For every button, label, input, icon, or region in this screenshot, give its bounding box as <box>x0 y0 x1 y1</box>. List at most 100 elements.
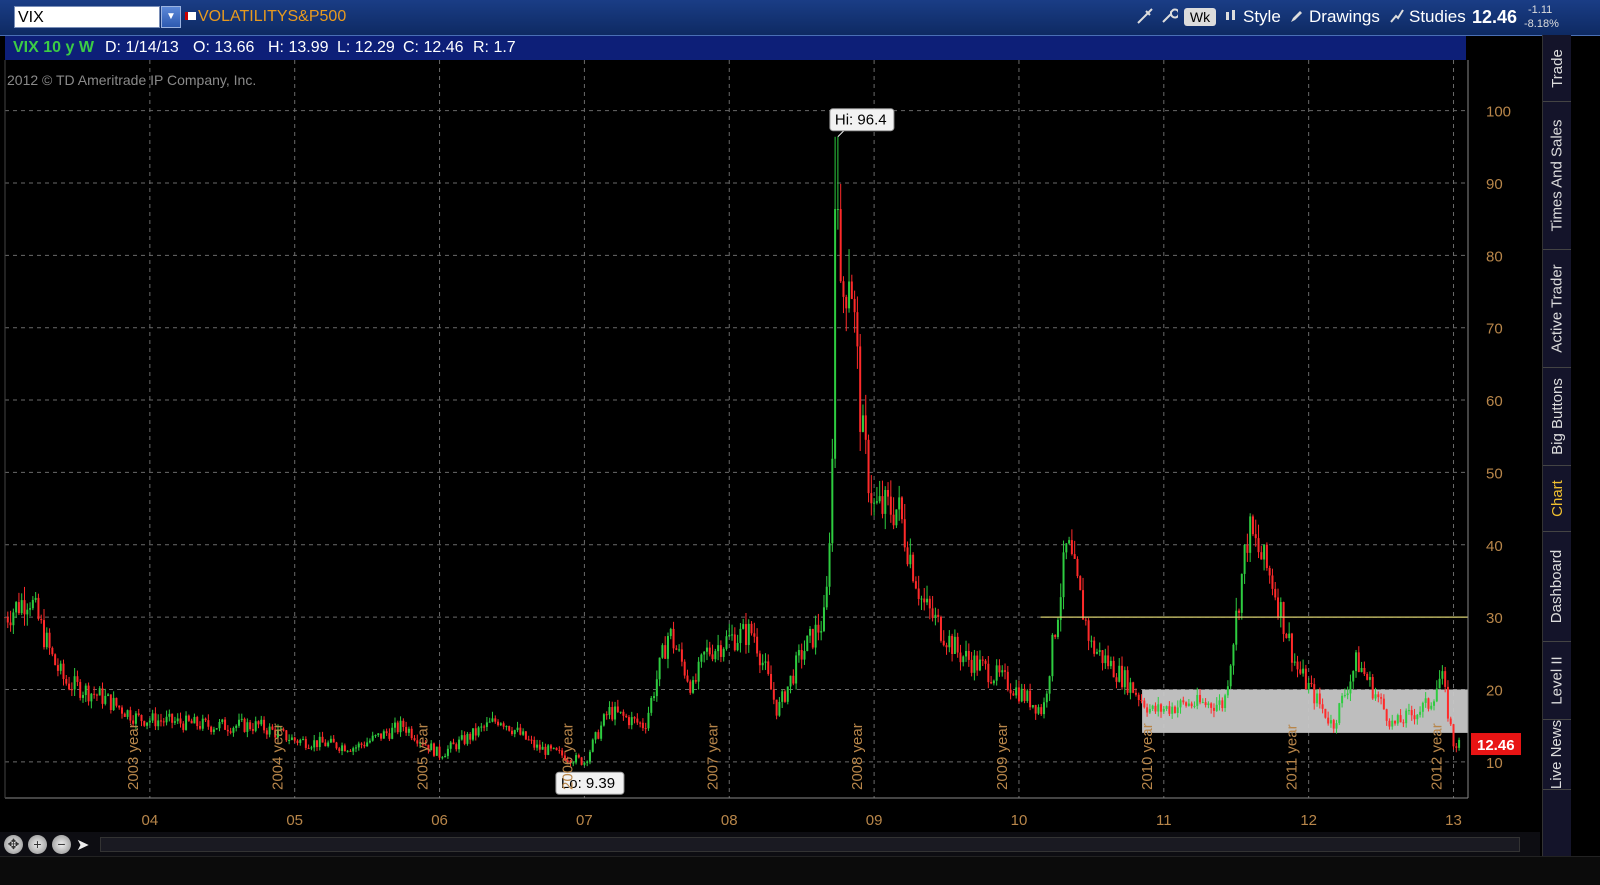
candle-body <box>1173 706 1176 713</box>
candle-body <box>126 710 129 717</box>
tab-times-and-sales[interactable]: Times And Sales <box>1543 101 1571 250</box>
candle <box>772 682 775 705</box>
candle-body <box>1026 690 1029 701</box>
candle <box>1246 533 1249 562</box>
candle <box>775 699 778 720</box>
y-tick-label: 40 <box>1486 538 1503 555</box>
candle <box>1123 666 1126 695</box>
candle-body <box>1394 720 1397 724</box>
candle-body <box>516 727 519 731</box>
right-tab-strip: Trade Times And Sales Active Trader Big But… <box>1542 35 1571 865</box>
candle-body <box>1148 708 1151 713</box>
studies-menu[interactable]: Studies <box>1390 7 1466 27</box>
style-menu[interactable]: Style <box>1224 7 1281 27</box>
cursor-icon[interactable]: ➤ <box>76 835 94 854</box>
candle <box>1458 737 1461 751</box>
candle <box>107 693 110 697</box>
candle-body <box>123 713 126 717</box>
candle-body <box>875 501 878 503</box>
candle-body <box>541 746 544 750</box>
candle-body <box>1254 534 1257 539</box>
candle-body <box>15 602 18 613</box>
zoom-out-icon[interactable]: − <box>52 835 71 854</box>
candle-body <box>906 547 909 565</box>
candle <box>822 594 825 633</box>
symbol-input[interactable]: VIX <box>14 6 160 28</box>
candle-body <box>393 722 396 728</box>
candle-body <box>182 723 185 730</box>
candle <box>1274 582 1277 601</box>
candle <box>522 728 525 736</box>
study-name[interactable]: VIX 10 y W <box>13 39 94 57</box>
candle <box>744 612 747 654</box>
tab-chart[interactable]: Chart <box>1543 465 1571 532</box>
candle-body <box>1458 739 1461 748</box>
x-tick-label: 09 <box>866 812 883 829</box>
candle-body <box>159 720 162 722</box>
candle <box>803 640 806 665</box>
candle <box>471 728 474 742</box>
candle <box>717 634 720 661</box>
candle-body <box>491 718 494 722</box>
chart-scrollbar[interactable] <box>100 837 1520 852</box>
candle <box>834 136 837 468</box>
candle-body <box>981 659 984 661</box>
candle-body <box>1324 708 1327 718</box>
candle <box>519 723 522 736</box>
candle <box>583 761 586 767</box>
candle-body <box>1182 700 1185 703</box>
candle <box>1073 540 1076 559</box>
candle <box>257 720 260 729</box>
candle <box>307 744 310 749</box>
candle <box>797 644 800 663</box>
candle <box>647 706 650 731</box>
candle <box>923 588 926 611</box>
tab-level-ii[interactable]: Level II <box>1543 641 1571 720</box>
aggregation-wk-button[interactable]: Wk <box>1184 8 1216 26</box>
candle-body <box>513 730 516 735</box>
candle-body <box>1187 703 1190 706</box>
candle <box>1006 665 1009 692</box>
candle-body <box>923 598 926 603</box>
pan-icon[interactable]: ✥ <box>4 835 23 854</box>
candle-body <box>218 721 221 729</box>
candle-body <box>1410 710 1413 716</box>
candle <box>483 724 486 732</box>
candle-body <box>842 281 845 297</box>
x-tick-label: 08 <box>721 812 738 829</box>
tab-big-buttons[interactable]: Big Buttons <box>1543 367 1571 466</box>
candle-body <box>1090 640 1093 642</box>
status-footer <box>0 856 1600 885</box>
tab-live-news[interactable]: Live News <box>1543 719 1571 790</box>
candle <box>1026 689 1029 703</box>
candle <box>363 741 366 749</box>
candle <box>636 713 639 725</box>
price-chart[interactable]: Hi: 96.4Lo: 9.3912.46 102030405060708090… <box>0 60 1540 832</box>
candle <box>407 726 410 737</box>
candle <box>683 659 686 679</box>
candles <box>4 136 1461 767</box>
candle-body <box>168 713 171 717</box>
tab-active-trader[interactable]: Active Trader <box>1543 249 1571 368</box>
candle-body <box>1045 693 1048 703</box>
candle-body <box>134 713 137 724</box>
candle <box>176 713 179 725</box>
symbol-dropdown-button[interactable]: ▼ <box>161 6 181 28</box>
candle-body <box>965 650 968 657</box>
tab-dashboard[interactable]: Dashboard <box>1543 531 1571 642</box>
net-change: -1.11 <box>1528 4 1553 16</box>
candle-body <box>402 720 405 727</box>
candle-body <box>17 602 20 614</box>
zoom-in-icon[interactable]: + <box>28 835 47 854</box>
candle <box>892 497 895 530</box>
candle-body <box>1218 700 1221 705</box>
candle <box>469 732 472 745</box>
candle-body <box>1427 698 1430 709</box>
drawing-tools-icon[interactable] <box>1136 7 1154 30</box>
candle <box>831 438 834 552</box>
wrench-icon[interactable] <box>1160 7 1180 30</box>
candle <box>224 717 227 731</box>
candle-body <box>1290 633 1293 663</box>
drawings-menu[interactable]: Drawings <box>1290 7 1380 27</box>
tab-trade[interactable]: Trade <box>1543 35 1571 102</box>
